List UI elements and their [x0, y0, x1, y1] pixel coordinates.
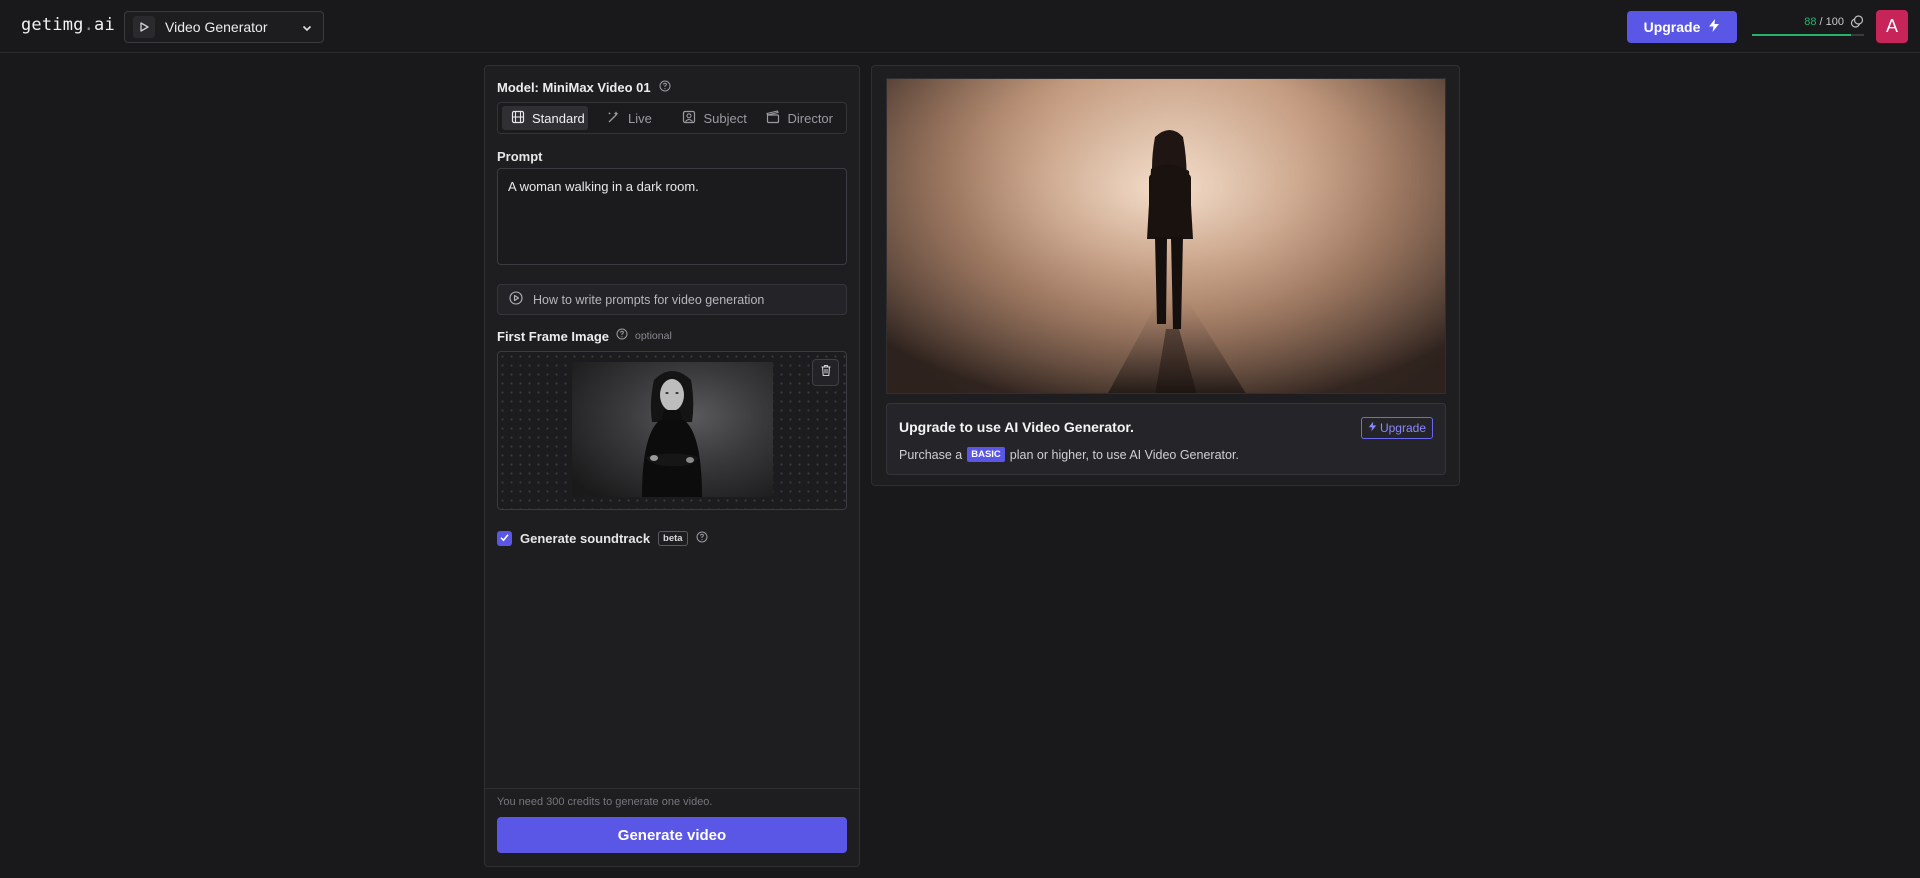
form-footer: You need 300 credits to generate one vid… — [485, 788, 859, 866]
play-icon — [133, 16, 155, 38]
tab-director[interactable]: Director — [757, 106, 842, 130]
upgrade-notice-card: Upgrade to use AI Video Generator. Upgra… — [886, 403, 1446, 475]
check-icon — [499, 531, 510, 546]
upgrade-button-label: Upgrade — [1643, 19, 1701, 35]
desc-suffix: plan or higher, to use AI Video Generato… — [1009, 447, 1239, 462]
upgrade-small-label: Upgrade — [1379, 421, 1426, 435]
tab-subject-label: Subject — [703, 110, 747, 126]
upgrade-notice-title: Upgrade to use AI Video Generator. — [899, 419, 1134, 435]
chevron-down-icon — [301, 21, 313, 39]
help-icon[interactable] — [696, 531, 708, 546]
tab-subject[interactable]: Subject — [673, 106, 755, 130]
howto-label: How to write prompts for video generatio… — [533, 292, 765, 307]
play-circle-icon — [509, 291, 523, 308]
upgrade-notice-description: Purchase a BASIC plan or higher, to use … — [899, 447, 1239, 462]
first-frame-dropzone[interactable] — [497, 351, 847, 510]
clapper-icon — [766, 109, 780, 127]
preview-panel: Upgrade to use AI Video Generator. Upgra… — [871, 65, 1460, 486]
credits-current: 88 — [1804, 16, 1817, 28]
credits-requirement-note: You need 300 credits to generate one vid… — [497, 796, 713, 808]
preview-video[interactable] — [886, 78, 1446, 394]
credits-meter[interactable]: 88 / 100 — [1752, 13, 1864, 39]
upgrade-small-button[interactable]: Upgrade — [1360, 417, 1433, 439]
tab-director-label: Director — [787, 110, 833, 126]
model-row: Model: MiniMax Video 01 — [497, 80, 671, 95]
credits-total: / 100 — [1819, 16, 1844, 28]
model-label: Model: MiniMax Video 01 — [497, 80, 651, 95]
soundtrack-label: Generate soundtrack — [520, 531, 651, 546]
first-frame-row: First Frame Image optional — [497, 327, 672, 345]
first-frame-label: First Frame Image — [497, 328, 609, 344]
lightning-icon — [1368, 421, 1377, 435]
logo-dot: . — [83, 15, 95, 35]
generator-form-panel: Model: MiniMax Video 01 Standard Live Su… — [484, 65, 860, 867]
avatar[interactable]: A — [1876, 10, 1908, 43]
tab-standard[interactable]: Standard — [502, 106, 588, 130]
credits-text: 88 / 100 — [1804, 16, 1844, 28]
soundtrack-row: Generate soundtrack beta — [497, 531, 708, 546]
help-icon[interactable] — [659, 80, 671, 95]
soundtrack-checkbox[interactable] — [497, 531, 512, 546]
credits-bar — [1752, 34, 1864, 36]
remove-image-button[interactable] — [812, 359, 839, 386]
tab-live-label: Live — [628, 110, 652, 126]
howto-prompts-link[interactable]: How to write prompts for video generatio… — [497, 284, 847, 315]
top-bar: getimg.ai Video Generator Upgrade 88 / 1… — [0, 0, 1920, 53]
beta-badge: beta — [658, 531, 688, 546]
film-icon — [511, 110, 525, 127]
wand-icon — [607, 110, 621, 127]
credits-bar-fill — [1752, 34, 1851, 36]
portrait-icon — [682, 110, 696, 127]
help-icon[interactable] — [616, 327, 628, 345]
upgrade-button[interactable]: Upgrade — [1627, 11, 1737, 43]
mode-tabs: Standard Live Subject Director — [497, 102, 847, 134]
tab-live[interactable]: Live — [598, 106, 665, 130]
generate-video-button[interactable]: Generate video — [497, 817, 847, 853]
logo[interactable]: getimg.ai — [21, 15, 115, 35]
tab-standard-label: Standard — [532, 110, 585, 126]
plan-badge: BASIC — [967, 447, 1005, 462]
first-frame-thumbnail — [572, 362, 773, 497]
trash-icon — [820, 364, 832, 382]
desc-prefix: Purchase a — [899, 447, 963, 462]
first-frame-optional: optional — [635, 330, 672, 342]
coins-icon — [1850, 15, 1864, 34]
logo-main: getimg — [21, 15, 84, 35]
prompt-label: Prompt — [497, 149, 543, 164]
tool-select-label: Video Generator — [165, 19, 268, 35]
tool-select[interactable]: Video Generator — [124, 11, 324, 43]
prompt-textarea[interactable]: A woman walking in a dark room. — [497, 168, 847, 265]
lightning-icon — [1708, 19, 1720, 35]
logo-tld: ai — [94, 15, 115, 35]
